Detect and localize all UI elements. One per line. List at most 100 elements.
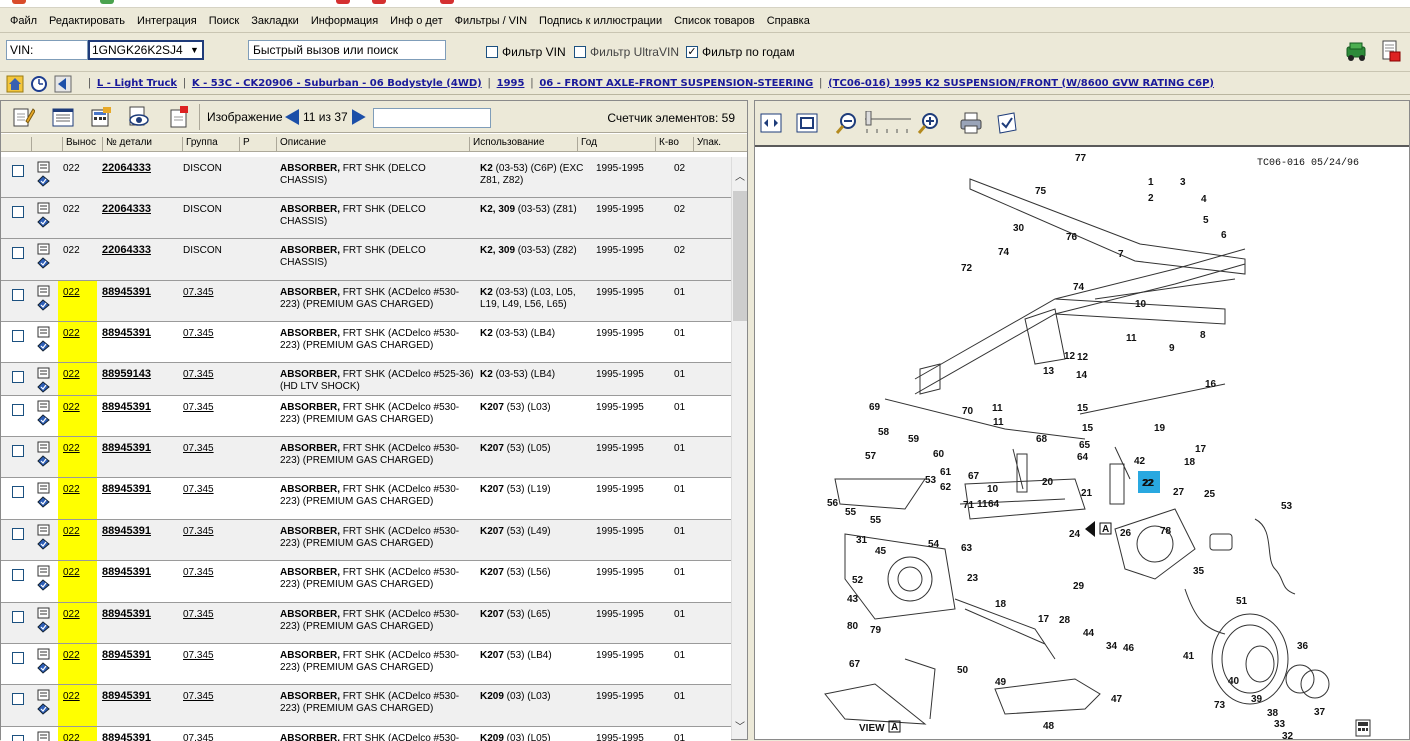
cart-icon[interactable] — [37, 621, 50, 633]
callout-number[interactable]: 022 — [63, 484, 80, 495]
callout-number-label[interactable]: 12 — [1064, 351, 1076, 362]
menu-filters-vin[interactable]: Фильтры / VIN — [449, 15, 533, 27]
callout-number-label[interactable]: 26 — [1120, 528, 1132, 539]
note-icon[interactable] — [37, 648, 50, 660]
col-callout[interactable]: Вынос — [62, 137, 96, 151]
callout-number-label[interactable]: 33 — [1274, 719, 1286, 730]
breadcrumb-model[interactable]: K - 53C - CK20906 - Suburban - 06 Bodyst… — [188, 78, 486, 89]
part-number-link[interactable]: 88945391 — [102, 608, 151, 620]
callout-number-label[interactable]: 14 — [1076, 370, 1088, 381]
callout-number[interactable]: 022 — [63, 287, 80, 298]
checkbox-box[interactable] — [486, 46, 498, 58]
callout-number-label[interactable]: 11 — [977, 499, 988, 510]
row-checkbox[interactable] — [12, 486, 24, 498]
table-row[interactable]: 022 88945391 07.345 ABSORBER, FRT SHK (ACDe… — [1, 478, 731, 520]
cart-icon[interactable] — [37, 299, 50, 311]
callout-number-label[interactable]: 77 — [1075, 153, 1087, 164]
part-number-link[interactable]: 88959143 — [102, 368, 151, 380]
note-icon[interactable] — [37, 400, 50, 412]
part-number-link[interactable]: 22064333 — [102, 203, 151, 215]
callout-number-label[interactable]: 16 — [1205, 379, 1217, 390]
breadcrumb-year[interactable]: 1995 — [493, 78, 529, 89]
note-icon[interactable] — [37, 482, 50, 494]
callout-number-label[interactable]: 65 — [1079, 440, 1091, 451]
callout-number-label[interactable]: 44 — [1083, 628, 1095, 639]
cart-icon[interactable] — [37, 216, 50, 228]
col-group[interactable]: Группа — [182, 137, 218, 151]
checkbox-box-checked[interactable]: ✓ — [686, 46, 698, 58]
cart-icon[interactable] — [37, 703, 50, 715]
callout-number-label[interactable]: 30 — [1013, 223, 1025, 234]
cart-icon[interactable] — [37, 455, 50, 467]
callout-number-label[interactable]: 61 — [940, 467, 952, 478]
row-checkbox[interactable] — [12, 735, 24, 741]
quick-search-input[interactable]: Быстрый вызов или поиск — [248, 40, 446, 60]
part-number-link[interactable]: 22064333 — [102, 244, 151, 256]
callout-number-label[interactable]: 15 — [1077, 403, 1089, 414]
cart-icon[interactable] — [37, 538, 50, 550]
part-number-link[interactable]: 88945391 — [102, 483, 151, 495]
menu-search[interactable]: Поиск — [203, 15, 245, 27]
table-row[interactable]: 022 22064333 DISCON ABSORBER, FRT SHK (DELC… — [1, 157, 731, 198]
menu-help[interactable]: Справка — [761, 15, 816, 27]
callout-number-label[interactable]: 68 — [1036, 434, 1048, 445]
table-row[interactable]: 022 88945391 07.345 ABSORBER, FRT SHK (ACDe… — [1, 520, 731, 561]
callout-number-label[interactable]: 78 — [1160, 526, 1172, 537]
callout-number-label[interactable]: 1 — [1148, 177, 1154, 188]
callout-number-label[interactable]: 47 — [1111, 694, 1123, 705]
row-checkbox[interactable] — [12, 371, 24, 383]
breadcrumb-group[interactable]: 06 - FRONT AXLE-FRONT SUSPENSION-STEERIN… — [535, 78, 817, 89]
group-code[interactable]: 07.345 — [183, 691, 214, 702]
callout-number[interactable]: 022 — [63, 328, 80, 339]
callout-number-label[interactable]: 53 — [925, 475, 937, 486]
callout-number-label[interactable]: 18 — [995, 599, 1007, 610]
col-qty[interactable]: К-во — [655, 137, 679, 151]
vehicle-icon[interactable] — [1344, 39, 1370, 63]
note-icon[interactable] — [37, 689, 50, 701]
group-code[interactable]: 07.345 — [183, 402, 214, 413]
menu-file[interactable]: Файл — [4, 15, 43, 27]
cart-icon[interactable] — [37, 496, 50, 508]
next-image-button[interactable] — [351, 109, 366, 125]
callout-number-label[interactable]: 63 — [961, 543, 973, 554]
group-code[interactable]: 07.345 — [183, 443, 214, 454]
row-checkbox[interactable] — [12, 611, 24, 623]
group-code[interactable]: 07.345 — [183, 526, 214, 537]
callout-number-label[interactable]: 11 — [992, 403, 1003, 414]
breadcrumb-vehicle-line[interactable]: L - Light Truck — [93, 78, 181, 89]
callout-number-label[interactable]: 9 — [1169, 343, 1175, 354]
callout-number-label[interactable]: 34 — [1106, 641, 1118, 652]
callout-number-label[interactable]: 4 — [1201, 194, 1207, 205]
table-row[interactable]: 022 22064333 DISCON ABSORBER, FRT SHK (DELC… — [1, 239, 731, 281]
part-number-link[interactable]: 88945391 — [102, 401, 151, 413]
callout-number-label[interactable]: 7 — [1118, 249, 1124, 260]
col-usage[interactable]: Использование — [469, 137, 544, 151]
cart-icon[interactable] — [37, 340, 50, 352]
row-checkbox[interactable] — [12, 652, 24, 664]
table-row[interactable]: 022 88945391 07.345 ABSORBER, FRT SHK (ACDe… — [1, 727, 731, 741]
callout-number-label[interactable]: 49 — [995, 677, 1007, 688]
new-note-icon[interactable] — [167, 105, 191, 129]
part-number-link[interactable]: 88945391 — [102, 566, 151, 578]
document-exit-icon[interactable] — [1378, 39, 1404, 63]
callout-number-label[interactable]: 31 — [856, 535, 868, 546]
table-row[interactable]: 022 88945391 07.345 ABSORBER, FRT SHK (ACDe… — [1, 644, 731, 685]
col-year[interactable]: Год — [577, 137, 597, 151]
callout-number-label[interactable]: 38 — [1267, 708, 1279, 719]
scroll-thumb[interactable] — [733, 191, 747, 321]
view-illustration-eye-icon[interactable] — [127, 105, 151, 129]
highlighted-callout-label[interactable]: 22 — [1142, 478, 1154, 489]
callout-number-label[interactable]: 37 — [1314, 707, 1326, 718]
send-bookmark-icon[interactable] — [995, 111, 1019, 135]
callout-number-label[interactable]: 12 — [1077, 352, 1089, 363]
row-checkbox[interactable] — [12, 289, 24, 301]
callout-number[interactable]: 022 — [63, 691, 80, 702]
cart-icon[interactable] — [37, 414, 50, 426]
note-icon[interactable] — [37, 285, 50, 297]
callout-number-label[interactable]: 41 — [1183, 651, 1195, 662]
back-arrow-icon[interactable] — [54, 75, 72, 93]
callout-number-label[interactable]: 2 — [1148, 193, 1154, 204]
row-checkbox[interactable] — [12, 206, 24, 218]
callout-number-label[interactable]: 5 — [1203, 215, 1209, 226]
col-description[interactable]: Описание — [276, 137, 326, 151]
